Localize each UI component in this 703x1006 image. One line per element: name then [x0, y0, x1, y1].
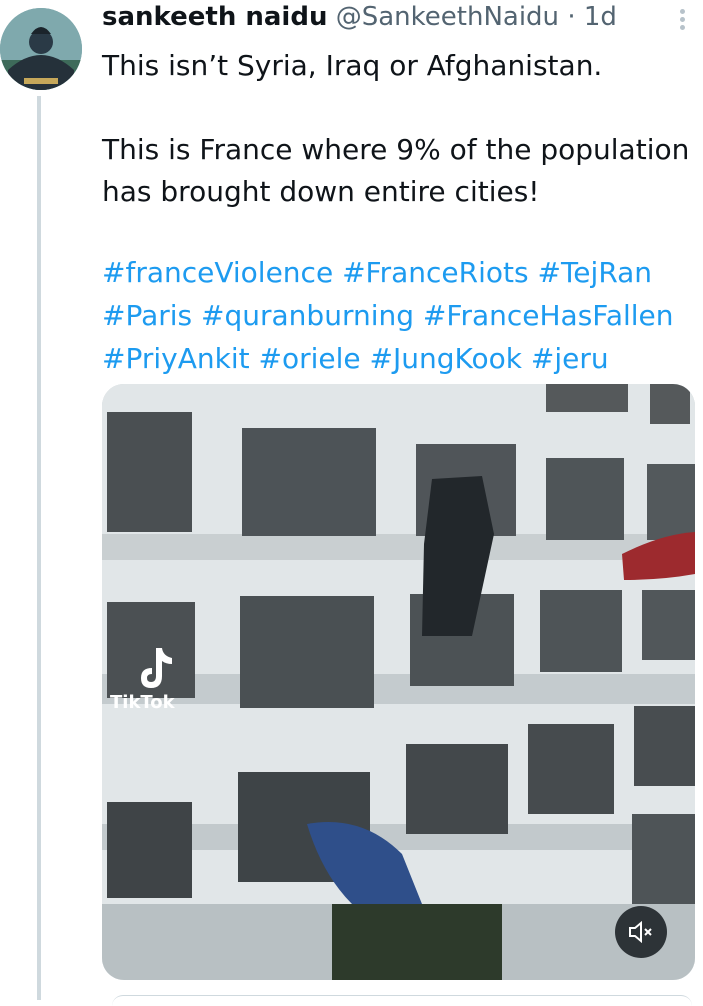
hashtag-link[interactable]: #PriyAnkit [102, 342, 250, 375]
author-handle[interactable]: @SankeethNaidu [336, 2, 559, 32]
hashtag-link[interactable]: #quranburning [201, 299, 414, 332]
tweet-text-line: has brought down entire cities! [102, 175, 540, 208]
hashtag-link[interactable]: #FranceRiots [342, 256, 529, 289]
hashtag-link[interactable]: #TejRan [538, 256, 653, 289]
video-frame [102, 384, 695, 980]
author-name[interactable]: sankeeth naidu [102, 2, 327, 32]
hashtag-link[interactable]: #FranceHasFallen [423, 299, 674, 332]
tweet-text-line: This is France where 9% of the populatio… [102, 133, 690, 166]
tiktok-logo-icon [141, 648, 172, 688]
next-tweet-edge [112, 995, 692, 1006]
hashtag-link[interactable]: #franceViolence [102, 256, 333, 289]
speaker-mute-icon[interactable] [615, 906, 667, 958]
tweet-text: This isn’t Syria, Iraq or Afghanistan. T… [102, 45, 700, 213]
hashtag-link[interactable]: #Paris [102, 299, 192, 332]
avatar-image [0, 8, 82, 90]
tiktok-watermark: TikTok [110, 692, 175, 713]
hashtag-link[interactable]: #jeru [531, 342, 609, 375]
timestamp[interactable]: 1d [584, 2, 617, 32]
tweet-text-line: This isn’t Syria, Iraq or Afghanistan. [102, 49, 603, 82]
hashtag-list: #franceViolence #FranceRiots #TejRan #Pa… [102, 251, 702, 380]
thread-connector-line [37, 96, 41, 1000]
more-vertical-icon[interactable] [675, 6, 689, 36]
hashtag-link[interactable]: #oriele [259, 342, 361, 375]
hashtag-link[interactable]: #JungKook [370, 342, 522, 375]
avatar[interactable] [0, 8, 82, 90]
tweet-header: sankeeth naidu @SankeethNaidu · 1d [102, 2, 692, 42]
speaker-mute-glyph [629, 921, 652, 943]
separator: · [567, 2, 576, 32]
tweet-video[interactable]: TikTok [102, 384, 695, 980]
